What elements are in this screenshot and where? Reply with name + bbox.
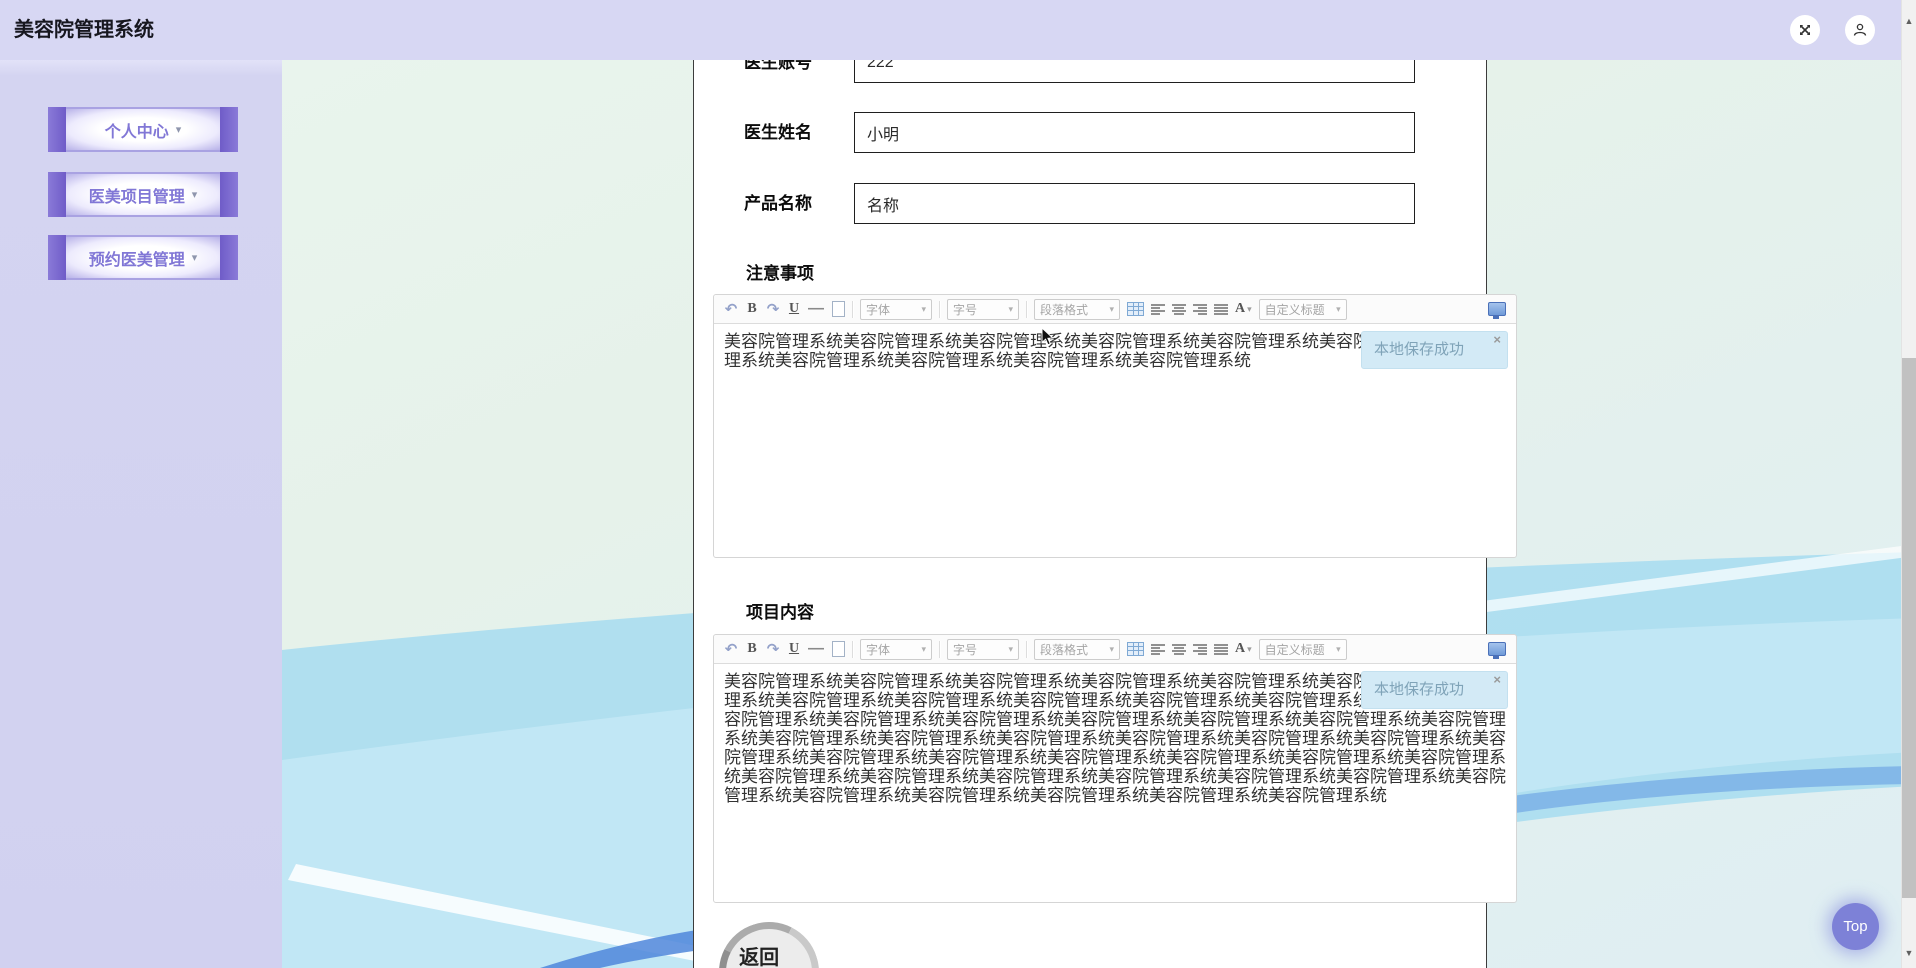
toolbar-separator	[1026, 640, 1027, 658]
chevron-down-icon: ▾	[191, 252, 198, 264]
font-size-select[interactable]: 字号 ▾	[947, 638, 1019, 660]
chevron-down-icon: ▾	[1109, 303, 1114, 314]
product-name-label: 产品名称	[744, 194, 812, 213]
fullscreen-editor-icon[interactable]	[1488, 302, 1506, 319]
underline-icon[interactable]: U	[787, 639, 801, 659]
doctor-name-input[interactable]	[854, 112, 1415, 153]
document-icon[interactable]	[831, 639, 845, 659]
product-name-input[interactable]	[854, 183, 1415, 224]
button-edge	[48, 172, 66, 217]
project-content-editor: ↶ B ↷ U — 字体 ▾ 字号 ▾ 段落格式 ▾ A ▾ 自定义标题 ▾ 美…	[713, 634, 1517, 903]
redo-icon[interactable]: ↷	[766, 299, 780, 319]
bold-icon[interactable]: B	[745, 639, 759, 659]
button-edge	[48, 107, 66, 152]
app-title: 美容院管理系统	[14, 19, 154, 41]
insert-table-icon[interactable]	[1127, 639, 1144, 659]
align-justify-icon[interactable]	[1214, 299, 1228, 319]
sidebar-item-personal-center[interactable]: 个人中心 ▾	[48, 107, 238, 152]
document-icon[interactable]	[831, 299, 845, 319]
save-toast: 本地保存成功 ×	[1361, 331, 1508, 369]
sidebar-item-label: 个人中心	[104, 123, 169, 141]
user-icon	[1853, 23, 1867, 36]
user-button[interactable]	[1845, 15, 1875, 45]
chevron-down-icon: ▾	[1109, 643, 1114, 654]
chevron-down-icon: ▾	[1247, 303, 1252, 314]
chevron-down-icon: ▾	[1336, 643, 1341, 654]
notes-editor-toolbar: ↶ B ↷ U — 字体 ▾ 字号 ▾ 段落格式 ▾ A ▾ 自定义标题 ▾	[714, 295, 1516, 324]
app-header: 美容院管理系统	[0, 0, 1901, 60]
sidebar-item-appointment-management[interactable]: 预约医美管理 ▾	[48, 235, 238, 280]
toolbar-separator	[852, 640, 853, 658]
back-button-label: 返回	[739, 946, 780, 968]
scrollbar-thumb[interactable]	[1902, 358, 1916, 898]
toolbar-separator	[939, 640, 940, 658]
chevron-down-icon: ▾	[921, 643, 926, 654]
bold-icon[interactable]: B	[745, 299, 759, 319]
page: 医生账号 医生姓名 产品名称 注意事项 ↶ B ↷ U — 字体 ▾	[0, 0, 1916, 968]
toolbar-separator	[939, 300, 940, 318]
chevron-down-icon: ▾	[1008, 303, 1013, 314]
horizontal-rule-icon[interactable]: —	[808, 639, 824, 659]
doctor-name-label: 医生姓名	[744, 123, 812, 142]
page-scrollbar[interactable]: ▲ ▼	[1901, 0, 1916, 968]
font-family-select[interactable]: 字体 ▾	[860, 298, 932, 320]
font-color-icon[interactable]: A ▾	[1235, 639, 1252, 659]
fullscreen-button[interactable]	[1790, 15, 1820, 45]
button-edge	[220, 172, 238, 217]
scroll-up-arrow-icon[interactable]: ▲	[1902, 16, 1916, 26]
notes-editor: ↶ B ↷ U — 字体 ▾ 字号 ▾ 段落格式 ▾ A ▾ 自定义标题 ▾ 美…	[713, 294, 1517, 558]
custom-title-select[interactable]: 自定义标题 ▾	[1258, 298, 1347, 320]
fullscreen-editor-icon[interactable]	[1488, 642, 1506, 659]
chevron-down-icon: ▾	[1008, 643, 1013, 654]
custom-title-select[interactable]: 自定义标题 ▾	[1258, 638, 1347, 660]
project-editor-toolbar: ↶ B ↷ U — 字体 ▾ 字号 ▾ 段落格式 ▾ A ▾ 自定义标题 ▾	[714, 635, 1516, 664]
toolbar-separator	[852, 300, 853, 318]
undo-icon[interactable]: ↶	[724, 299, 738, 319]
toolbar-separator	[1026, 300, 1027, 318]
button-edge	[220, 107, 238, 152]
align-justify-icon[interactable]	[1214, 639, 1228, 659]
chevron-down-icon: ▾	[175, 124, 182, 136]
font-color-icon[interactable]: A ▾	[1235, 299, 1252, 319]
undo-icon[interactable]: ↶	[724, 639, 738, 659]
scroll-to-top-button[interactable]: Top	[1832, 903, 1879, 950]
back-button[interactable]: 返回	[705, 908, 833, 968]
chevron-down-icon: ▾	[1336, 303, 1341, 314]
scroll-down-arrow-icon[interactable]: ▼	[1902, 948, 1916, 958]
align-right-icon[interactable]	[1193, 299, 1207, 319]
close-icon[interactable]: ×	[1493, 673, 1501, 687]
sidebar-item-label: 预约医美管理	[88, 251, 185, 269]
chevron-down-icon: ▾	[1247, 643, 1252, 654]
button-edge	[220, 235, 238, 280]
underline-icon[interactable]: U	[787, 299, 801, 319]
fullscreen-icon	[1800, 25, 1810, 35]
chevron-down-icon: ▾	[921, 303, 926, 314]
align-right-icon[interactable]	[1193, 639, 1207, 659]
font-size-select[interactable]: 字号 ▾	[947, 298, 1019, 320]
notes-section-title: 注意事项	[746, 264, 814, 283]
content-panel: 医生账号 医生姓名 产品名称 注意事项 ↶ B ↷ U — 字体 ▾	[693, 0, 1517, 968]
close-icon[interactable]: ×	[1493, 333, 1501, 347]
align-left-icon[interactable]	[1151, 299, 1165, 319]
redo-icon[interactable]: ↷	[766, 639, 780, 659]
paragraph-format-select[interactable]: 段落格式 ▾	[1034, 638, 1120, 660]
align-center-icon[interactable]	[1172, 639, 1186, 659]
align-left-icon[interactable]	[1151, 639, 1165, 659]
horizontal-rule-icon[interactable]: —	[808, 299, 824, 319]
project-content-section-title: 项目内容	[746, 603, 814, 622]
sidebar-item-label: 医美项目管理	[88, 188, 185, 206]
font-family-select[interactable]: 字体 ▾	[860, 638, 932, 660]
save-toast: 本地保存成功 ×	[1361, 671, 1508, 709]
chevron-down-icon: ▾	[191, 189, 198, 201]
paragraph-format-select[interactable]: 段落格式 ▾	[1034, 298, 1120, 320]
insert-table-icon[interactable]	[1127, 299, 1144, 319]
button-edge	[48, 235, 66, 280]
sidebar-item-medical-project-management[interactable]: 医美项目管理 ▾	[48, 172, 238, 217]
align-center-icon[interactable]	[1172, 299, 1186, 319]
sidebar: 个人中心 ▾ 医美项目管理 ▾ 预约医美管理 ▾	[0, 60, 282, 968]
